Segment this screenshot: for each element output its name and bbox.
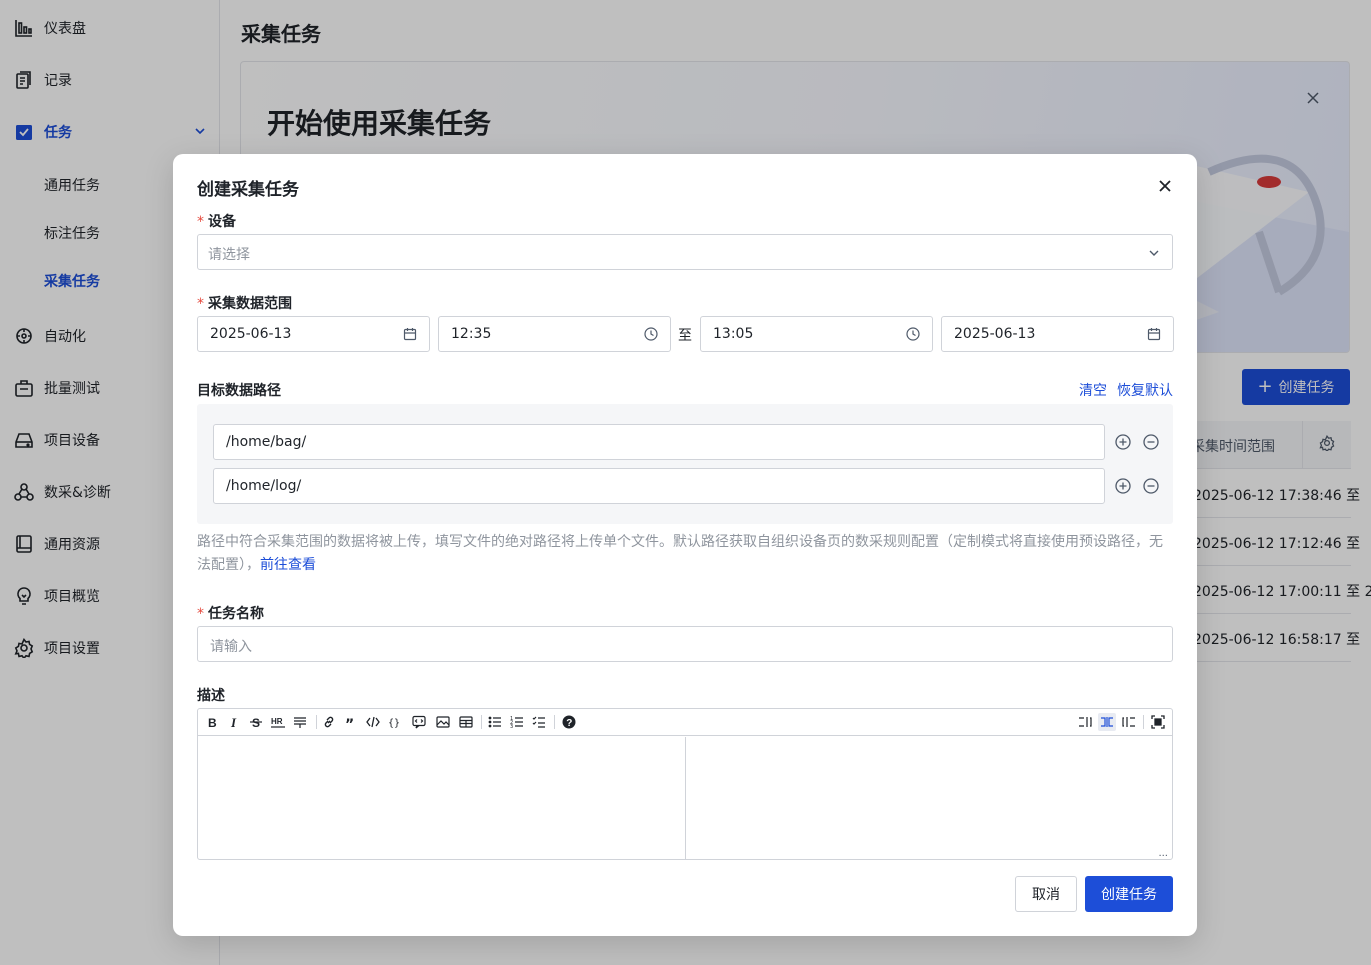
required-mark: * <box>197 214 204 230</box>
add-circle-icon[interactable] <box>1114 477 1132 495</box>
end-date-picker[interactable]: 2025-06-13 <box>941 316 1174 352</box>
table-icon[interactable] <box>457 713 475 731</box>
editor-preview-pane <box>686 737 1172 859</box>
path-hint: 路径中符合采集范围的数据将被上传，填写文件的绝对路径将上传单个文件。默认路径获取… <box>197 531 1173 577</box>
task-name-label: * 任务名称 <box>197 603 264 623</box>
device-select[interactable]: 请选择 <box>197 234 1173 270</box>
bullet-list-icon[interactable] <box>486 713 504 731</box>
ordered-list-icon[interactable]: 123 <box>508 713 526 731</box>
path-actions: 清空 恢复默认 <box>1079 380 1173 400</box>
horizontal-rule-icon[interactable]: HR <box>269 713 287 731</box>
svg-text:I: I <box>230 715 237 729</box>
svg-text:”: ” <box>345 717 354 729</box>
path-input[interactable]: /home/bag/ <box>213 424 1105 460</box>
svg-text:{}: {} <box>388 718 400 729</box>
task-list-icon[interactable] <box>530 713 548 731</box>
start-time-picker[interactable]: 12:35 <box>438 316 671 352</box>
clock-icon <box>644 327 658 345</box>
go-view-link[interactable]: 前往查看 <box>260 557 316 573</box>
add-circle-icon[interactable] <box>1114 433 1132 451</box>
start-time-value: 12:35 <box>451 326 492 342</box>
remove-circle-icon[interactable] <box>1142 477 1160 495</box>
collection-range-label-text: 采集数据范围 <box>208 296 292 312</box>
submit-create-task-button[interactable]: 创建任务 <box>1085 876 1173 912</box>
svg-text:3: 3 <box>510 724 513 729</box>
end-time-value: 13:05 <box>713 326 754 342</box>
help-icon[interactable]: ? <box>560 713 578 731</box>
italic-icon[interactable]: I <box>225 713 243 731</box>
task-name-input[interactable]: 请输入 <box>197 626 1173 662</box>
toolbar-divider <box>1143 715 1144 729</box>
description-label: 描述 <box>197 688 225 704</box>
editor-toolbar: B I S HR ” {} 123 ? <box>198 709 1172 736</box>
toolbar-divider <box>316 715 317 729</box>
bold-icon[interactable]: B <box>203 713 221 731</box>
collection-range-label: * 采集数据范围 <box>197 293 292 313</box>
cancel-button[interactable]: 取消 <box>1015 876 1077 912</box>
device-select-placeholder: 请选择 <box>208 247 250 263</box>
fullscreen-icon[interactable] <box>1149 713 1167 731</box>
task-name-placeholder: 请输入 <box>210 639 252 655</box>
quote-icon[interactable]: ” <box>342 713 360 731</box>
required-mark: * <box>197 606 204 622</box>
dialog-title: 创建采集任务 <box>197 180 299 200</box>
code-icon[interactable] <box>364 713 382 731</box>
end-time-picker[interactable]: 13:05 <box>700 316 933 352</box>
resize-handle[interactable]: ... <box>1158 848 1168 859</box>
target-path-label: 目标数据路径 <box>197 383 281 399</box>
close-icon[interactable] <box>1157 178 1173 194</box>
svg-text:HR: HR <box>271 717 283 726</box>
path-input[interactable]: /home/log/ <box>213 468 1105 504</box>
start-date-picker[interactable]: 2025-06-13 <box>197 316 430 352</box>
editor-only-icon[interactable] <box>1076 713 1094 731</box>
toolbar-divider <box>481 715 482 729</box>
reset-default-link[interactable]: 恢复默认 <box>1117 380 1173 400</box>
create-collection-task-dialog: 创建采集任务 * 设备 请选择 * 采集数据范围 2025-06-13 12:35 … <box>173 154 1197 936</box>
required-mark: * <box>197 296 204 312</box>
clock-icon <box>906 327 920 345</box>
comment-code-icon[interactable] <box>410 713 428 731</box>
start-date-value: 2025-06-13 <box>210 326 292 342</box>
svg-text:?: ? <box>566 718 572 729</box>
path-list: /home/bag/ /home/log/ <box>197 404 1173 524</box>
split-view-icon[interactable] <box>1098 713 1116 731</box>
heading-icon[interactable] <box>291 713 309 731</box>
calendar-icon <box>403 327 417 345</box>
code-block-icon[interactable]: {} <box>386 713 404 731</box>
task-name-label-text: 任务名称 <box>208 606 264 622</box>
preview-only-icon[interactable] <box>1120 713 1138 731</box>
chevron-down-icon <box>1148 247 1160 263</box>
remove-circle-icon[interactable] <box>1142 433 1160 451</box>
path-value: /home/log/ <box>226 478 302 494</box>
image-icon[interactable] <box>434 713 452 731</box>
clear-paths-link[interactable]: 清空 <box>1079 380 1107 400</box>
strikethrough-icon[interactable]: S <box>247 713 265 731</box>
calendar-icon <box>1147 327 1161 345</box>
markdown-editor: B I S HR ” {} 123 ? . <box>197 708 1173 860</box>
svg-text:B: B <box>208 716 217 729</box>
path-value: /home/bag/ <box>226 434 307 450</box>
toolbar-divider <box>554 715 555 729</box>
device-label-text: 设备 <box>208 214 236 230</box>
range-separator: 至 <box>678 328 692 344</box>
device-label: * 设备 <box>197 211 236 231</box>
editor-input-pane[interactable] <box>198 737 685 859</box>
path-hint-text: 路径中符合采集范围的数据将被上传，填写文件的绝对路径将上传单个文件。默认路径获取… <box>197 534 1163 573</box>
link-icon[interactable] <box>320 713 338 731</box>
end-date-value: 2025-06-13 <box>954 326 1036 342</box>
